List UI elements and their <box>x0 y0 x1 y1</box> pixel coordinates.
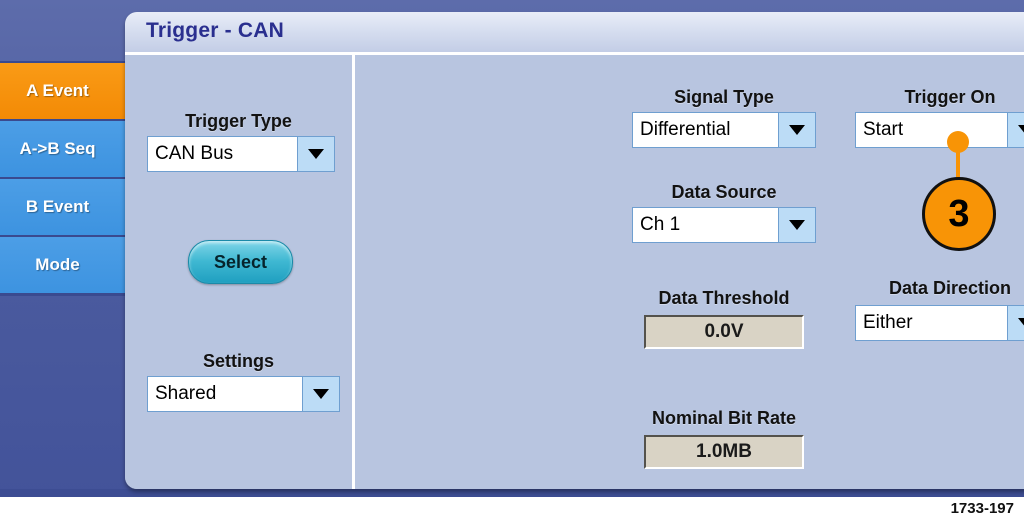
chevron-down-icon[interactable] <box>1007 306 1024 340</box>
application-background-edge <box>0 489 1024 497</box>
trigger-on-label: Trigger On <box>904 87 996 107</box>
chevron-down-glyph <box>1018 318 1024 328</box>
signal-type-label: Signal Type <box>674 87 774 107</box>
chevron-down-icon[interactable] <box>297 137 334 171</box>
chevron-down-glyph <box>313 389 329 399</box>
trigger-type-dropdown[interactable]: CAN Bus <box>147 136 335 172</box>
chevron-down-glyph <box>1018 125 1024 135</box>
select-button[interactable]: Select <box>188 240 293 284</box>
settings-value: Shared <box>148 377 302 411</box>
chevron-down-glyph <box>308 149 324 159</box>
data-direction-label: Data Direction <box>888 278 1012 298</box>
data-source-label: Data Source <box>671 182 777 202</box>
chevron-down-icon[interactable] <box>778 208 815 242</box>
sidebar-item-a-to-b-seq[interactable]: A->B Seq <box>0 121 125 177</box>
trigger-type-value: CAN Bus <box>148 137 297 171</box>
callout-marker-3: 3 <box>911 131 1011 281</box>
sidebar-item-a-event[interactable]: A Event <box>0 63 125 119</box>
nominal-bit-rate-readout[interactable]: 1.0MB <box>644 435 804 469</box>
caption-strip <box>0 497 1024 529</box>
signal-type-value: Differential <box>633 113 778 147</box>
data-threshold-readout[interactable]: 0.0V <box>644 315 804 349</box>
settings-label: Settings <box>202 351 274 371</box>
left-settings-column: Trigger Type CAN Bus Select Settings Sha… <box>125 55 352 489</box>
chevron-down-icon[interactable] <box>778 113 815 147</box>
figure-number: 1733-197 <box>950 500 1014 517</box>
trigger-type-label: Trigger Type <box>185 111 292 131</box>
data-direction-value: Either <box>856 306 1007 340</box>
callout-bubble: 3 <box>922 177 996 251</box>
nominal-bit-rate-label: Nominal Bit Rate <box>651 408 797 428</box>
sidebar-item-label: B Event <box>25 197 90 216</box>
dialog-body: Trigger Type CAN Bus Select Settings Sha… <box>125 55 1024 489</box>
page-title: Trigger - CAN <box>146 19 284 42</box>
chevron-down-glyph <box>789 125 805 135</box>
sidebar-item-label: A->B Seq <box>19 139 96 158</box>
select-button-label: Select <box>213 251 268 272</box>
chevron-down-icon[interactable] <box>302 377 339 411</box>
callout-number: 3 <box>948 193 970 235</box>
sidebar-item-label: A Event <box>26 81 89 100</box>
settings-dropdown[interactable]: Shared <box>147 376 340 412</box>
data-threshold-label: Data Threshold <box>658 288 790 308</box>
signal-type-dropdown[interactable]: Differential <box>632 112 816 148</box>
data-direction-dropdown[interactable]: Either <box>855 305 1024 341</box>
sidebar-item-label: Mode <box>35 255 80 274</box>
dialog-title-bar: Trigger - CAN <box>125 12 1024 52</box>
chevron-down-glyph <box>789 220 805 230</box>
trigger-can-dialog: Trigger - CAN Trigger Type CAN Bus Selec… <box>125 12 1024 489</box>
sidebar-item-b-event[interactable]: B Event <box>0 179 125 235</box>
data-threshold-value: 0.0V <box>704 321 744 342</box>
screenshot-root: 1733-197 A Event A->B Seq B Event Mode T… <box>0 0 1024 529</box>
nominal-bit-rate-value: 1.0MB <box>696 441 752 462</box>
sidebar-item-mode[interactable]: Mode <box>0 237 125 293</box>
right-settings-column: Signal Type Differential Data Source Ch … <box>355 55 1024 489</box>
event-tab-strip: A Event A->B Seq B Event Mode <box>0 61 127 296</box>
data-source-dropdown[interactable]: Ch 1 <box>632 207 816 243</box>
data-source-value: Ch 1 <box>633 208 778 242</box>
